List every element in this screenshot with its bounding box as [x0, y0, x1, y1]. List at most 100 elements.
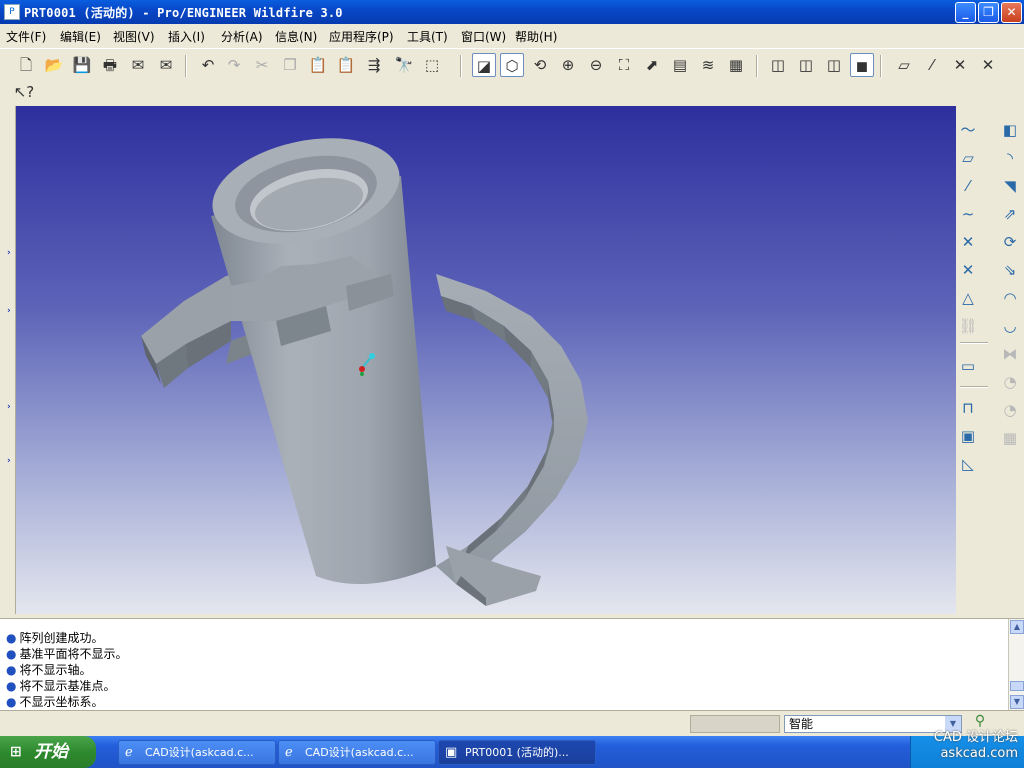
message-line: ● 将不显示基准点。: [6, 679, 116, 693]
regenerate-icon[interactable]: ⇶: [362, 53, 386, 77]
toolbar-separator: [756, 55, 758, 77]
repaint-icon[interactable]: ◪: [472, 53, 496, 77]
send-mail-icon[interactable]: ✉: [126, 53, 150, 77]
sketch-tool-icon[interactable]: ▭: [956, 354, 980, 378]
trim-tool-icon[interactable]: ◔: [998, 398, 1022, 422]
no-hidden-icon[interactable]: ◫: [822, 53, 846, 77]
message-scrollbar[interactable]: ▲ ▼: [1008, 619, 1024, 711]
zoom-in-icon[interactable]: ⊕: [556, 53, 580, 77]
email-attach-icon[interactable]: ✉: [154, 53, 178, 77]
paste-special-icon[interactable]: 📋: [334, 53, 358, 77]
menu-analysis[interactable]: 分析(A): [221, 28, 263, 45]
datum-point-tool-icon[interactable]: ✕: [956, 230, 980, 254]
collapse-arrow-icon[interactable]: ›: [7, 306, 11, 316]
start-button[interactable]: ⊞ 开始: [0, 736, 96, 768]
new-file-icon[interactable]: 🗋: [14, 53, 38, 77]
datum-chain-icon[interactable]: ⛓: [956, 314, 980, 338]
selection-box-icon[interactable]: ⬚: [420, 53, 444, 77]
scroll-down-icon[interactable]: ▼: [1010, 695, 1024, 709]
collapse-arrow-icon[interactable]: ›: [7, 456, 11, 466]
analysis-feature-icon[interactable]: △: [956, 286, 980, 310]
paste-icon[interactable]: 📋: [306, 53, 330, 77]
graphics-window[interactable]: [16, 106, 956, 614]
zoom-out-icon[interactable]: ⊖: [584, 53, 608, 77]
extrude-tool-icon[interactable]: ⇗: [998, 202, 1022, 226]
toolbar-separator: [960, 342, 988, 344]
orient-mode-icon[interactable]: ⟲: [528, 53, 552, 77]
spin-center-icon[interactable]: ⬡: [500, 53, 524, 77]
watermark-line: CAD 设计论坛: [933, 730, 1018, 745]
toolbar-separator: [960, 386, 988, 388]
menu-applications[interactable]: 应用程序(P): [329, 28, 394, 45]
menu-window[interactable]: 窗口(W): [461, 28, 506, 45]
shell-tool-icon[interactable]: ▣: [956, 424, 980, 448]
datum-axes-icon[interactable]: ⁄: [920, 53, 944, 77]
layers-icon[interactable]: ≋: [696, 53, 720, 77]
context-help-icon[interactable]: ↖?: [12, 80, 36, 104]
print-icon[interactable]: 🖶: [98, 53, 122, 77]
open-folder-icon[interactable]: 📂: [42, 53, 66, 77]
refit-icon[interactable]: ⛶: [612, 53, 636, 77]
collapse-arrow-icon[interactable]: ›: [7, 248, 11, 258]
menu-file[interactable]: 文件(F): [6, 28, 46, 45]
variable-sweep-icon[interactable]: ⇘: [998, 258, 1022, 282]
redo-icon[interactable]: ↷: [222, 53, 246, 77]
collapse-arrow-icon[interactable]: ›: [7, 402, 11, 412]
scroll-up-icon[interactable]: ▲: [1010, 620, 1024, 634]
revolve-tool-icon[interactable]: ⟳: [998, 230, 1022, 254]
taskbar-item[interactable]: ℯ CAD设计(askcad.c...: [278, 740, 436, 765]
menu-insert[interactable]: 插入(I): [168, 28, 205, 45]
minimize-button[interactable]: _: [955, 2, 976, 23]
cut-icon[interactable]: ✂: [250, 53, 274, 77]
scroll-thumb[interactable]: [1010, 681, 1024, 691]
find-icon[interactable]: 🔭: [392, 53, 416, 77]
boundary-blend-icon[interactable]: ◠: [998, 286, 1022, 310]
watermark: CAD 设计论坛 askcad.com: [934, 730, 1018, 762]
style-tool-icon[interactable]: ◡: [998, 314, 1022, 338]
ie-icon: ℯ: [285, 745, 293, 760]
taskbar-item[interactable]: ℯ CAD设计(askcad.c...: [118, 740, 276, 765]
proe-app-icon[interactable]: P: [4, 4, 20, 20]
merge-tool-icon[interactable]: ◔: [998, 370, 1022, 394]
toolbar-separator: [460, 55, 462, 77]
shading-icon[interactable]: ◼: [850, 53, 874, 77]
draft-tool-icon[interactable]: ◧: [998, 118, 1022, 142]
wireframe-icon[interactable]: ◫: [766, 53, 790, 77]
datum-points-icon[interactable]: ✕: [948, 53, 972, 77]
start-label: 开始: [34, 742, 68, 762]
datum-axis-tool-icon[interactable]: ⁄: [956, 174, 980, 198]
chamfer-tool-icon[interactable]: ◥: [998, 174, 1022, 198]
menu-help[interactable]: 帮助(H): [515, 28, 557, 45]
menu-tools[interactable]: 工具(T): [407, 28, 448, 45]
coordinate-system-tool-icon[interactable]: ✕: [956, 258, 980, 282]
hidden-line-icon[interactable]: ◫: [794, 53, 818, 77]
datum-plane-tool-icon[interactable]: ▱: [956, 146, 980, 170]
copy-icon[interactable]: ❐: [278, 53, 302, 77]
rib-tool-icon[interactable]: ◺: [956, 452, 980, 476]
undo-icon[interactable]: ↶: [196, 53, 220, 77]
taskbar-item-active[interactable]: ▣ PRT0001 (活动的)...: [438, 740, 596, 765]
message-line: ● 不显示坐标系。: [6, 695, 104, 709]
menu-edit[interactable]: 编辑(E): [60, 28, 101, 45]
save-icon[interactable]: 💾: [70, 53, 94, 77]
round-tool-icon[interactable]: ◝: [998, 146, 1022, 170]
saved-views-icon[interactable]: ▤: [668, 53, 692, 77]
menu-bar: 文件(F) 编辑(E) 视图(V) 插入(I) 分析(A) 信息(N) 应用程序…: [0, 24, 1024, 46]
close-button[interactable]: ✕: [1001, 2, 1022, 23]
datum-planes-icon[interactable]: ▱: [892, 53, 916, 77]
status-bar: 智能 ▼ ⚲: [0, 710, 1024, 736]
message-line: ● 将不显示轴。: [6, 663, 92, 677]
menu-info[interactable]: 信息(N): [275, 28, 317, 45]
menu-view[interactable]: 视图(V): [113, 28, 155, 45]
sketched-curve-icon[interactable]: 〜: [956, 118, 980, 142]
message-line: ● 阵列创建成功。: [6, 631, 104, 645]
view-manager-icon[interactable]: ▦: [724, 53, 748, 77]
mirror-tool-icon[interactable]: ⧓: [998, 342, 1022, 366]
pattern-tool-icon[interactable]: ▦: [998, 426, 1022, 450]
coordinate-systems-icon[interactable]: ✕: [976, 53, 1000, 77]
reorient-icon[interactable]: ⬈: [640, 53, 664, 77]
datum-curve-tool-icon[interactable]: ∼: [956, 202, 980, 226]
restore-button[interactable]: ❐: [978, 2, 999, 23]
left-splitter[interactable]: › › › ›: [0, 106, 16, 614]
hole-tool-icon[interactable]: ⊓: [956, 396, 980, 420]
